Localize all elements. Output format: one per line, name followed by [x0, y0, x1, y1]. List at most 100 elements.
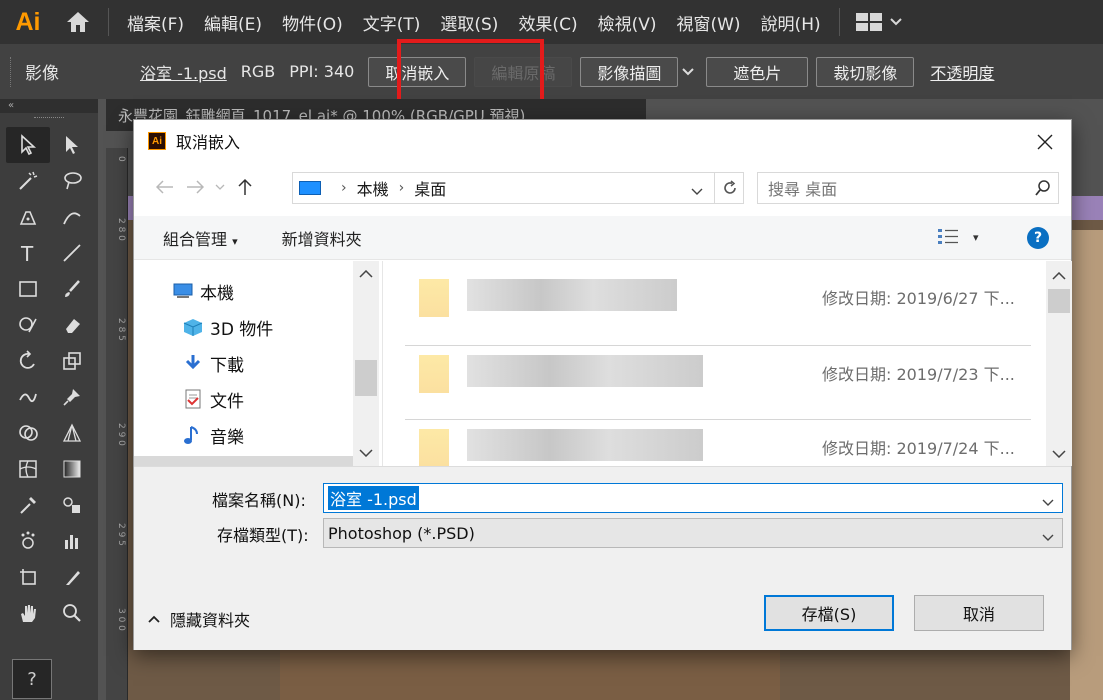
- back-arrow-icon[interactable]: [150, 180, 180, 194]
- recent-locations-chevron-icon[interactable]: [210, 184, 230, 191]
- chevron-down-icon[interactable]: [1042, 492, 1054, 511]
- nav-item-music[interactable]: 音樂: [182, 423, 244, 448]
- filetype-select[interactable]: Photoshop (*.PSD): [323, 518, 1063, 548]
- menu-separator: [838, 8, 840, 36]
- pen-tool-icon[interactable]: [6, 199, 50, 235]
- image-trace-dropdown[interactable]: [682, 67, 696, 76]
- help-icon[interactable]: ?: [1027, 227, 1049, 249]
- curvature-tool-icon[interactable]: [50, 199, 94, 235]
- address-bar[interactable]: › 本機 › 桌面: [292, 172, 744, 204]
- file-modified-date: 修改日期: 2019/6/27 下...: [822, 289, 1015, 308]
- zoom-tool-icon[interactable]: [50, 595, 94, 631]
- svg-text:T: T: [20, 242, 34, 264]
- perspective-grid-tool-icon[interactable]: [50, 415, 94, 451]
- refresh-icon[interactable]: [714, 172, 744, 204]
- blend-tool-icon[interactable]: [50, 487, 94, 523]
- chevron-down-icon: [889, 18, 902, 26]
- scroll-down-icon[interactable]: [1052, 447, 1066, 461]
- eyedropper-tool-icon[interactable]: [6, 487, 50, 523]
- puppet-warp-tool-icon[interactable]: [6, 379, 50, 415]
- menu-separator: [108, 8, 109, 36]
- scale-tool-icon[interactable]: [50, 343, 94, 379]
- app-logo: Ai: [15, 7, 41, 36]
- filetype-value: Photoshop (*.PSD): [328, 523, 475, 543]
- crop-image-button[interactable]: 裁切影像: [816, 56, 915, 87]
- magic-wand-tool-icon[interactable]: [6, 163, 50, 199]
- search-icon: [1028, 180, 1058, 196]
- menu-type[interactable]: 文字(T): [353, 10, 431, 35]
- scroll-down-icon[interactable]: [359, 446, 373, 460]
- hide-folders-toggle[interactable]: 隱藏資料夾: [148, 607, 250, 631]
- menu-help[interactable]: 說明(H): [751, 10, 831, 35]
- panel-grip[interactable]: [34, 117, 64, 121]
- nav-item-downloads[interactable]: 下載: [182, 351, 244, 376]
- filename-field[interactable]: 浴室 -1.psd: [323, 483, 1063, 513]
- breadcrumb-desktop[interactable]: 桌面: [414, 176, 446, 200]
- new-folder-button[interactable]: 新增資料夾: [282, 226, 362, 250]
- shape-builder-tool-icon[interactable]: [6, 415, 50, 451]
- slice-tool-icon[interactable]: [50, 559, 94, 595]
- lasso-tool-icon[interactable]: [50, 163, 94, 199]
- nav-item-3d-objects[interactable]: 3D 物件: [182, 315, 273, 340]
- list-item[interactable]: 修改日期: 2019/6/27 下...: [403, 261, 1033, 327]
- rotate-tool-icon[interactable]: [6, 343, 50, 379]
- eraser-tool-icon[interactable]: [50, 307, 94, 343]
- forward-arrow-icon[interactable]: [180, 180, 210, 194]
- close-icon[interactable]: [1033, 130, 1057, 154]
- shaper-tool-icon[interactable]: [6, 307, 50, 343]
- paintbrush-tool-icon[interactable]: [50, 271, 94, 307]
- file-modified-date: 修改日期: 2019/7/23 下...: [822, 365, 1015, 384]
- menu-effect[interactable]: 效果(C): [508, 10, 587, 35]
- up-arrow-icon[interactable]: [230, 178, 260, 196]
- type-tool-icon[interactable]: T: [6, 235, 50, 271]
- dialog-footer: 檔案名稱(N): 浴室 -1.psd 存檔類型(T): Photoshop (*…: [134, 466, 1071, 650]
- collapse-panel-icon[interactable]: «: [0, 99, 98, 113]
- mesh-tool-icon[interactable]: [6, 451, 50, 487]
- breadcrumb-this-pc[interactable]: 本機: [357, 176, 389, 200]
- menu-select[interactable]: 選取(S): [430, 10, 508, 35]
- scroll-up-icon[interactable]: [359, 267, 373, 281]
- symbol-sprayer-tool-icon[interactable]: [6, 523, 50, 559]
- pin-tool-icon[interactable]: [50, 379, 94, 415]
- selection-tool-icon[interactable]: [6, 127, 50, 163]
- scroll-thumb[interactable]: [1048, 289, 1070, 313]
- file-list-scrollbar[interactable]: [1046, 261, 1072, 466]
- linked-file-name[interactable]: 浴室 -1.psd: [140, 60, 227, 84]
- menu-bar: Ai 檔案(F) 編輯(E) 物件(O) 文字(T) 選取(S) 效果(C) 檢…: [0, 0, 1103, 44]
- nav-item-this-pc[interactable]: 本機: [172, 279, 234, 304]
- line-tool-icon[interactable]: [50, 235, 94, 271]
- menu-window[interactable]: 視窗(W): [666, 10, 750, 35]
- toolbar-help-button[interactable]: ?: [12, 659, 52, 699]
- nav-item-label: 本機: [200, 283, 234, 304]
- filetype-label: 存檔類型(T):: [217, 526, 309, 545]
- computer-icon: [173, 283, 193, 298]
- mask-button[interactable]: 遮色片: [706, 56, 809, 87]
- workspace-switcher[interactable]: [855, 13, 902, 31]
- direct-selection-tool-icon[interactable]: [50, 127, 94, 163]
- change-view-button[interactable]: ▾: [937, 227, 979, 247]
- gradient-tool-icon[interactable]: [50, 451, 94, 487]
- home-icon[interactable]: [56, 0, 100, 44]
- vertical-ruler: 0 2 8 0 2 8 5 2 9 0 2 9 5 3 0 0: [106, 148, 128, 700]
- menu-edit[interactable]: 編輯(E): [194, 10, 272, 35]
- list-item[interactable]: 修改日期: 2019/7/23 下...: [403, 337, 1033, 403]
- hand-tool-icon[interactable]: [6, 595, 50, 631]
- image-trace-button[interactable]: 影像描圖: [580, 56, 679, 87]
- artboard-tool-icon[interactable]: [6, 559, 50, 595]
- menu-view[interactable]: 檢視(V): [588, 10, 667, 35]
- nav-scrollbar[interactable]: [353, 261, 379, 466]
- column-graph-tool-icon[interactable]: [50, 523, 94, 559]
- panel-grip[interactable]: [10, 56, 20, 87]
- search-input[interactable]: 搜尋 桌面: [757, 172, 1059, 204]
- cancel-button[interactable]: 取消: [914, 595, 1044, 631]
- organize-menu[interactable]: 組合管理 ▾: [163, 226, 238, 250]
- address-dropdown-icon[interactable]: [691, 181, 703, 200]
- menu-file[interactable]: 檔案(F): [117, 10, 194, 35]
- rectangle-tool-icon[interactable]: [6, 271, 50, 307]
- scroll-up-icon[interactable]: [1052, 269, 1066, 283]
- menu-object[interactable]: 物件(O): [272, 10, 353, 35]
- opacity-link[interactable]: 不透明度: [930, 60, 994, 84]
- save-button[interactable]: 存檔(S): [764, 595, 894, 631]
- nav-item-documents[interactable]: 文件: [182, 387, 244, 412]
- scroll-thumb[interactable]: [355, 360, 377, 396]
